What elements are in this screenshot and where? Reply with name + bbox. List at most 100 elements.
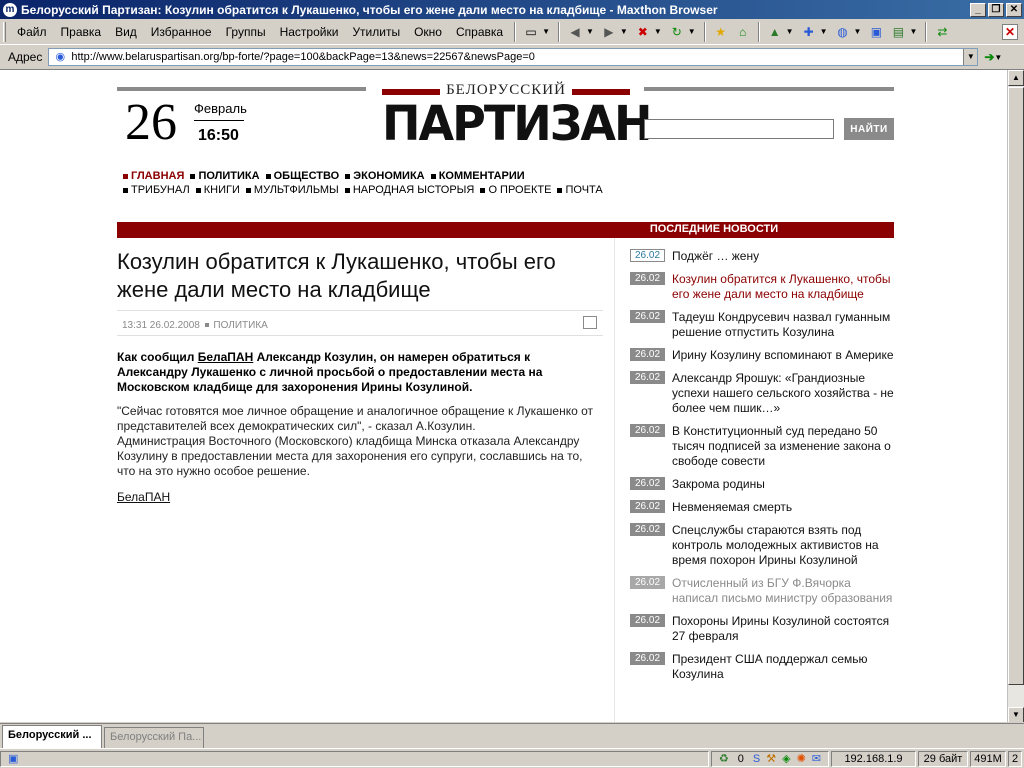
go-dropdown-icon[interactable]: ▼ xyxy=(994,53,1002,62)
bullet-icon xyxy=(345,173,351,179)
back-icon[interactable]: ◀ xyxy=(566,23,584,41)
close-button[interactable]: ✕ xyxy=(1006,2,1022,17)
menu-edit[interactable]: Правка xyxy=(54,25,109,39)
news-title[interactable]: Козулин обратится к Лукашенко, чтобы его… xyxy=(672,272,891,301)
news-item[interactable]: 26.02 Ирину Козулину вспоминают в Америке xyxy=(629,348,894,363)
news-title[interactable]: Закрома родины xyxy=(672,477,765,491)
home-icon[interactable]: ⌂ xyxy=(734,23,752,41)
favorites-star-icon[interactable]: ★ xyxy=(712,23,730,41)
news-title[interactable]: Похороны Ирины Козулиной состоятся 27 фе… xyxy=(672,614,889,643)
tab-current[interactable]: Белорусский ... xyxy=(2,725,102,748)
plugins-dropdown-icon[interactable]: ▼ xyxy=(820,27,828,36)
news-item[interactable]: 26.02 Похороны Ирины Козулиной состоятся … xyxy=(629,614,894,644)
print-icon[interactable] xyxy=(583,316,597,329)
nav-home[interactable]: ГЛАВНАЯ xyxy=(123,170,184,182)
section-bar: ПОСЛЕДНИЕ НОВОСТИ xyxy=(117,222,894,238)
menu-help[interactable]: Справка xyxy=(449,25,510,39)
news-title[interactable]: В Конституционный суд передано 50 тысяч … xyxy=(672,424,891,468)
nav-books[interactable]: КНИГИ xyxy=(195,184,240,196)
nav-politics[interactable]: ПОЛИТИКА xyxy=(190,170,260,182)
menu-groups[interactable]: Группы xyxy=(219,25,273,39)
nav-economy[interactable]: ЭКОНОМИКА xyxy=(345,170,425,182)
toolbar-grip[interactable] xyxy=(3,21,6,42)
search-input[interactable] xyxy=(644,119,834,139)
menu-utilities[interactable]: Утилиты xyxy=(345,25,407,39)
stop-dropdown-icon[interactable]: ▼ xyxy=(654,27,662,36)
stop-icon[interactable]: ✖ xyxy=(634,23,652,41)
news-item[interactable]: 26.02 В Конституционный суд передано 50 т… xyxy=(629,424,894,469)
groups-icon[interactable]: ▤ xyxy=(889,23,907,41)
news-title[interactable]: Ирину Козулину вспоминают в Америке xyxy=(672,348,894,362)
search-engine-icon[interactable]: ▲ xyxy=(766,23,784,41)
globe-icon[interactable]: ◍ xyxy=(834,23,852,41)
nav-comments[interactable]: КОММЕНТАРИИ xyxy=(430,170,525,182)
news-item[interactable]: 26.02 Отчисленный из БГУ Ф.Вячорка написа… xyxy=(629,576,894,606)
news-item[interactable]: 26.02 Козулин обратится к Лукашенко, чтоб… xyxy=(629,272,894,302)
sync-icon[interactable]: ⇄ xyxy=(933,23,951,41)
menu-view[interactable]: Вид xyxy=(108,25,144,39)
news-title[interactable]: Невменяемая смерть xyxy=(672,500,792,514)
refresh-dropdown-icon[interactable]: ▼ xyxy=(688,27,696,36)
news-item[interactable]: 26.02 Александр Ярошук: «Грандиозные успе… xyxy=(629,371,894,416)
address-url[interactable]: http://www.belaruspartisan.org/bp-forte/… xyxy=(71,51,963,63)
s-icon[interactable]: S xyxy=(753,753,760,765)
news-title[interactable]: Поджёг … жену xyxy=(672,249,759,263)
new-page-icon[interactable]: ▭ xyxy=(522,23,540,41)
nav-label: ЭКОНОМИКА xyxy=(353,170,425,182)
menu-window[interactable]: Окно xyxy=(407,25,449,39)
globe-dropdown-icon[interactable]: ▼ xyxy=(854,27,862,36)
news-title[interactable]: Президент США поддержал семью Козулина xyxy=(672,652,868,681)
tab-background[interactable]: Белорусский Па... xyxy=(104,727,204,748)
news-title[interactable]: Александр Ярошук: «Грандиозные успехи на… xyxy=(672,371,894,415)
groups-dropdown-icon[interactable]: ▼ xyxy=(909,27,917,36)
news-date: 26.02 xyxy=(630,310,665,323)
nav-tribunal[interactable]: ТРИБУНАЛ xyxy=(123,184,190,196)
tools-icon[interactable]: ⚒ xyxy=(766,752,776,765)
news-item[interactable]: 26.02 Поджёг … жену xyxy=(629,249,894,264)
vertical-scrollbar[interactable]: ▲ ▼ xyxy=(1007,70,1024,722)
plugins-icon[interactable]: ✚ xyxy=(800,23,818,41)
maximize-button[interactable]: ❐ xyxy=(988,2,1004,17)
forward-dropdown-icon[interactable]: ▼ xyxy=(620,27,628,36)
nav-mail[interactable]: ПОЧТА xyxy=(557,184,603,196)
news-title[interactable]: Отчисленный из БГУ Ф.Вячорка написал пис… xyxy=(672,576,892,605)
lead-source-link[interactable]: БелаПАН xyxy=(198,350,254,364)
forward-icon[interactable]: ▶ xyxy=(600,23,618,41)
trash-icon[interactable]: ♻ xyxy=(719,752,729,765)
nav-about[interactable]: О ПРОЕКТЕ xyxy=(480,184,551,196)
flash-icon[interactable]: ✺ xyxy=(797,752,806,765)
news-title[interactable]: Тадеуш Кондрусевич назвал гуманным решен… xyxy=(672,310,890,339)
menu-file[interactable]: Файл xyxy=(10,25,54,39)
nav-cartoons[interactable]: МУЛЬТФИЛЬМЫ xyxy=(245,184,339,196)
minimize-button[interactable]: _ xyxy=(970,2,986,17)
mail-icon[interactable]: ✉ xyxy=(812,752,821,765)
article-category[interactable]: ПОЛИТИКА xyxy=(213,320,267,331)
source-link[interactable]: БелаПАН xyxy=(117,490,170,504)
scroll-down-icon[interactable]: ▼ xyxy=(1008,707,1024,722)
new-page-dropdown-icon[interactable]: ▼ xyxy=(542,27,550,36)
refresh-icon[interactable]: ↻ xyxy=(668,23,686,41)
menu-settings[interactable]: Настройки xyxy=(273,25,346,39)
nav-history[interactable]: НАРОДНАЯ ЫСТОРЫЯ xyxy=(344,184,474,196)
close-tab-icon[interactable]: ✕ xyxy=(1002,24,1018,40)
news-item[interactable]: 26.02 Президент США поддержал семью Козул… xyxy=(629,652,894,682)
back-dropdown-icon[interactable]: ▼ xyxy=(586,27,594,36)
news-item[interactable]: 26.02 Тадеуш Кондрусевич назвал гуманным … xyxy=(629,310,894,340)
news-item[interactable]: 26.02 Спецслужбы стараются взять под конт… xyxy=(629,523,894,568)
scroll-thumb[interactable] xyxy=(1008,87,1024,685)
address-dropdown-icon[interactable]: ▼ xyxy=(963,49,978,65)
news-item[interactable]: 26.02 Невменяемая смерть xyxy=(629,500,894,515)
nav-society[interactable]: ОБЩЕСТВО xyxy=(265,170,339,182)
menu-favorites[interactable]: Избранное xyxy=(144,25,219,39)
news-title[interactable]: Спецслужбы стараются взять под контроль … xyxy=(672,523,879,567)
page-favicon-icon: ◉ xyxy=(55,51,66,63)
popup-block-icon[interactable]: ◈ xyxy=(782,752,790,765)
window-icon[interactable]: ▣ xyxy=(867,23,885,41)
site-logo[interactable]: БЕЛОРУССКИЙ ПАРТИЗАН xyxy=(382,82,652,152)
scroll-up-icon[interactable]: ▲ xyxy=(1008,70,1024,86)
address-input[interactable]: ◉ http://www.belaruspartisan.org/bp-fort… xyxy=(48,48,979,66)
search-engine-dropdown-icon[interactable]: ▼ xyxy=(786,27,794,36)
go-arrow-icon[interactable]: ➔ xyxy=(984,50,994,64)
news-item[interactable]: 26.02 Закрома родины xyxy=(629,477,894,492)
search-button[interactable]: НАЙТИ xyxy=(844,118,894,140)
